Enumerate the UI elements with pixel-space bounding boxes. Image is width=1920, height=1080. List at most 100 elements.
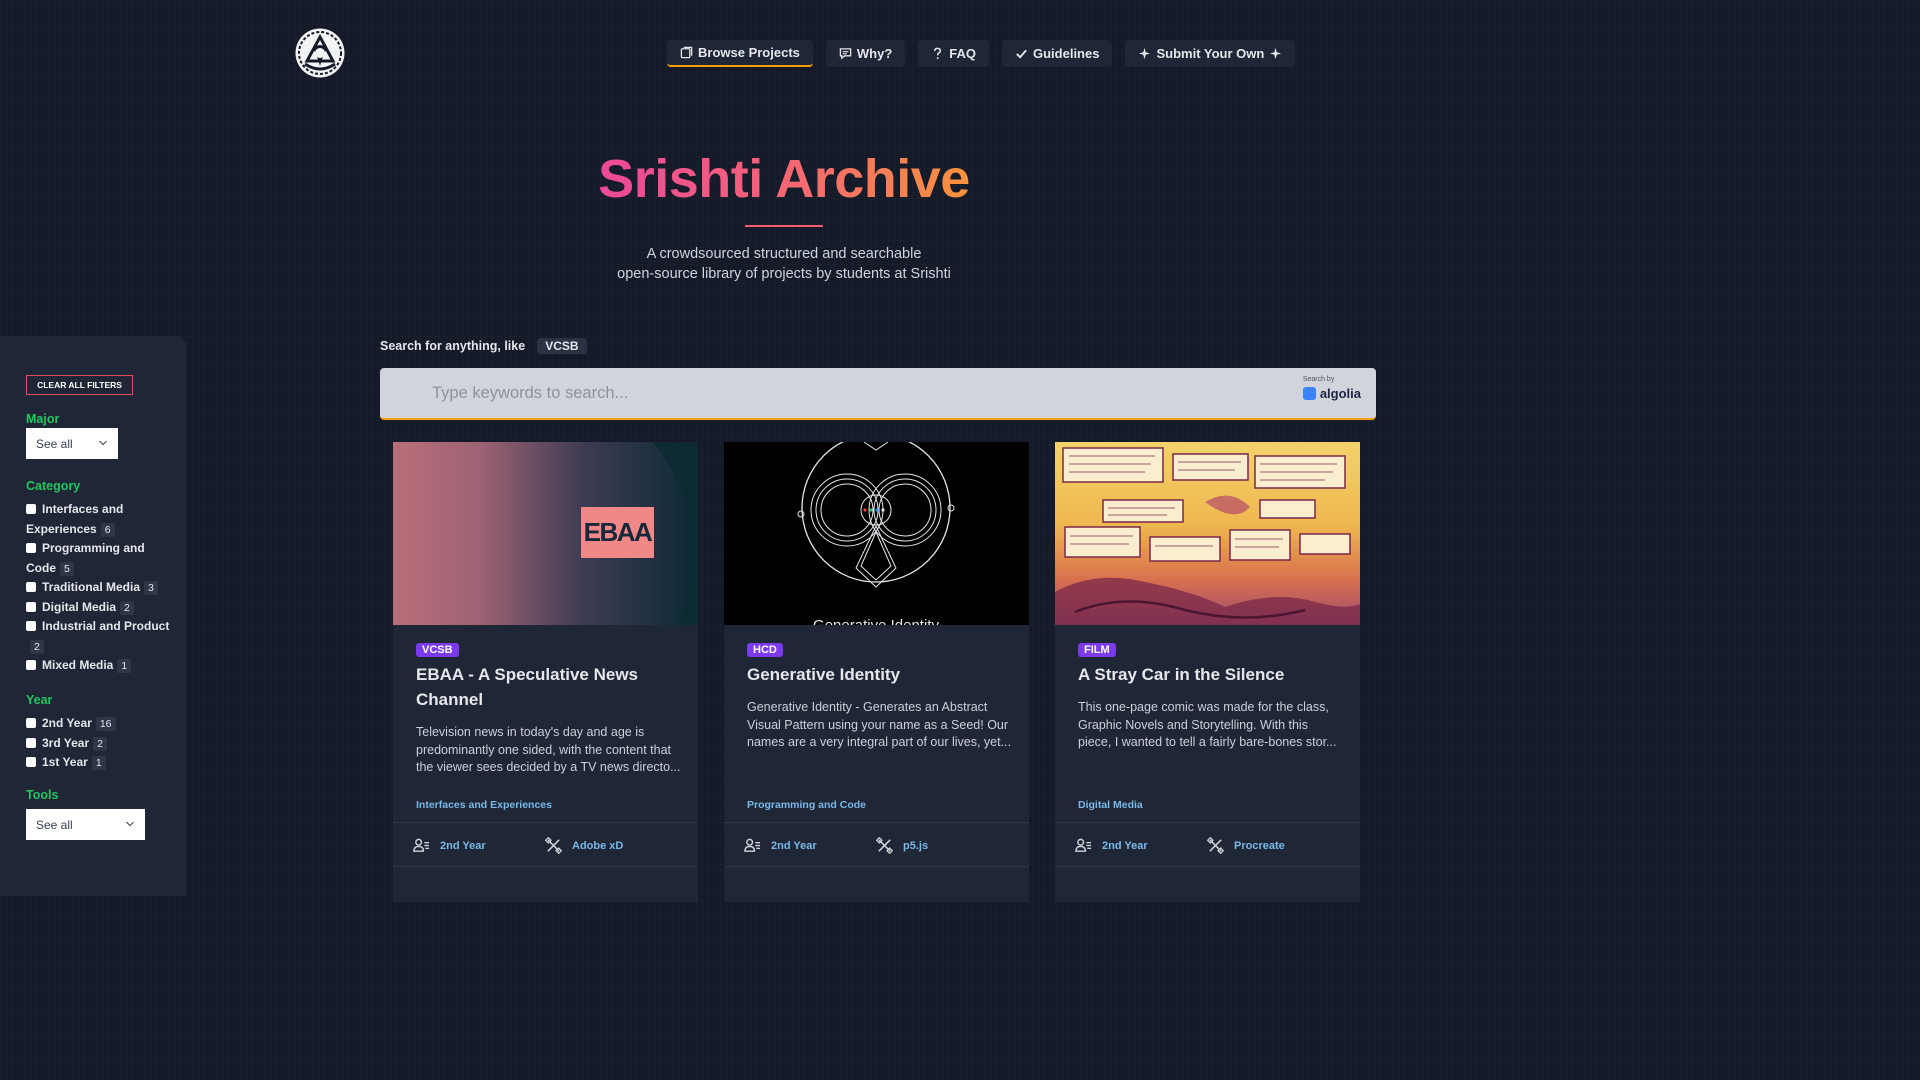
- checkbox[interactable]: [26, 582, 36, 592]
- checkbox[interactable]: [26, 660, 36, 670]
- project-tool: Procreate: [1207, 837, 1285, 854]
- clear-filters-button[interactable]: CLEAR ALL FILTERS: [26, 375, 133, 395]
- major-select-value: See all: [36, 436, 73, 451]
- top-nav: Browse Projects Why? FAQ Guidelines Subm…: [667, 40, 1296, 67]
- search-hint-label: Search for anything, like: [380, 339, 526, 353]
- option-count: 16: [95, 717, 116, 731]
- category-option[interactable]: Programming and Code 5: [26, 539, 171, 578]
- option-count: 2: [30, 639, 44, 654]
- project-thumbnail: [1055, 442, 1360, 625]
- search-bar: Search by algolia: [380, 368, 1376, 420]
- project-year-label[interactable]: 2nd Year: [1102, 840, 1148, 852]
- browse-icon: [680, 46, 693, 59]
- card-divider: [393, 866, 698, 867]
- question-icon: [934, 47, 942, 60]
- algolia-logo: algolia: [1302, 386, 1361, 401]
- category-option[interactable]: Traditional Media 3: [26, 578, 171, 598]
- project-tool-label[interactable]: Adobe xD: [572, 840, 623, 852]
- year-filter-heading: Year: [26, 693, 53, 707]
- project-title[interactable]: EBAA - A Speculative News Channel: [416, 663, 681, 712]
- option-label: Industrial and Product: [42, 619, 170, 633]
- category-filter-list: Interfaces and Experiences 6 Programming …: [26, 500, 171, 676]
- nav-guidelines-label: Guidelines: [1033, 46, 1100, 61]
- user-list-icon: [744, 838, 761, 852]
- tools-filter-heading: Tools: [26, 788, 59, 802]
- search-hint: Search for anything, like VCSB: [380, 338, 587, 354]
- speech-bubble-icon: [839, 48, 852, 60]
- subtitle-line-1: A crowdsourced structured and searchable: [646, 246, 922, 262]
- major-badge: FILM: [1078, 643, 1116, 657]
- option-label: Digital Media: [42, 599, 117, 614]
- nav-why[interactable]: Why?: [825, 40, 906, 67]
- category-option[interactable]: Mixed Media 1: [26, 656, 171, 676]
- year-option[interactable]: 3rd Year 2: [26, 734, 171, 754]
- project-year: 2nd Year: [744, 837, 817, 854]
- project-year-label[interactable]: 2nd Year: [771, 840, 817, 852]
- search-input[interactable]: [432, 368, 1252, 418]
- chevron-down-icon: [99, 440, 107, 446]
- user-list-icon: [1075, 838, 1092, 852]
- checkbox[interactable]: [26, 621, 36, 631]
- year-filter-list: 2nd Year 16 3rd Year 2 1st Year 1: [26, 714, 171, 773]
- project-tool-label[interactable]: p5.js: [903, 840, 928, 852]
- project-title[interactable]: A Stray Car in the Silence: [1078, 663, 1343, 688]
- checkbox[interactable]: [26, 737, 36, 748]
- user-list-icon: [413, 838, 430, 852]
- project-category[interactable]: Digital Media: [1078, 799, 1143, 811]
- option-count: 6: [100, 522, 115, 537]
- project-card[interactable]: EBAA VCSB EBAA - A Speculative News Chan…: [393, 442, 698, 902]
- project-card[interactable]: FILM A Stray Car in the Silence This one…: [1055, 442, 1360, 902]
- tools-select[interactable]: See all: [26, 809, 145, 840]
- card-divider: [1055, 866, 1360, 867]
- check-icon: [1016, 49, 1027, 59]
- project-title[interactable]: Generative Identity: [747, 663, 1012, 688]
- filter-sidebar: CLEAR ALL FILTERS Major See all Category…: [0, 336, 186, 896]
- year-option[interactable]: 1st Year 1: [26, 753, 171, 773]
- project-category[interactable]: Programming and Code: [747, 799, 866, 811]
- tools-select-value: See all: [36, 817, 73, 832]
- tools-icon: [876, 837, 893, 854]
- checkbox[interactable]: [26, 757, 36, 767]
- year-option[interactable]: 2nd Year 16: [26, 714, 171, 734]
- nav-browse-projects[interactable]: Browse Projects: [667, 40, 813, 67]
- nav-submit[interactable]: Submit Your Own: [1125, 40, 1296, 67]
- option-label: Traditional Media: [42, 580, 141, 594]
- search-suggestion-chip[interactable]: VCSB: [537, 338, 587, 354]
- ebaa-logo-text: EBAA: [583, 517, 653, 547]
- sparkle-icon: [1139, 47, 1151, 60]
- category-option[interactable]: Industrial and Product 2: [26, 617, 171, 656]
- project-tool-label[interactable]: Procreate: [1234, 840, 1285, 852]
- checkbox[interactable]: [26, 543, 36, 553]
- checkbox[interactable]: [26, 601, 36, 612]
- project-tool: p5.js: [876, 837, 928, 854]
- ebaa-logo: EBAA: [581, 507, 654, 558]
- nav-guidelines[interactable]: Guidelines: [1002, 40, 1113, 67]
- algolia-attribution[interactable]: Search by algolia: [1302, 376, 1361, 401]
- project-year-label[interactable]: 2nd Year: [440, 840, 486, 852]
- project-category[interactable]: Interfaces and Experiences: [416, 799, 552, 811]
- project-card[interactable]: Generative Identity HCD Generative Ident…: [724, 442, 1029, 902]
- category-filter-heading: Category: [26, 479, 81, 493]
- option-label: 1st Year: [42, 755, 88, 769]
- card-divider: [393, 822, 698, 823]
- nav-faq-label: FAQ: [949, 46, 976, 61]
- project-tool: Adobe xD: [545, 837, 623, 854]
- page-title: Srishti Archive: [598, 149, 970, 209]
- major-select[interactable]: See all: [26, 428, 118, 459]
- category-option[interactable]: Interfaces and Experiences 6: [26, 500, 171, 539]
- generative-pattern-image: Generative Identity: [797, 442, 955, 625]
- project-description: This one-page comic was made for the cla…: [1078, 700, 1337, 749]
- search-by-label: Search by: [1302, 376, 1335, 383]
- category-option[interactable]: Digital Media 2: [26, 598, 171, 618]
- option-count: 5: [60, 561, 74, 576]
- title-divider: [745, 225, 823, 227]
- card-divider: [724, 822, 1029, 823]
- nav-faq[interactable]: FAQ: [918, 40, 989, 67]
- site-logo[interactable]: [295, 28, 345, 78]
- project-description: Generative Identity - Generates an Abstr…: [747, 700, 1012, 749]
- checkbox[interactable]: [26, 504, 36, 514]
- comic-page-image: [1055, 447, 1360, 625]
- card-divider: [724, 866, 1029, 867]
- checkbox[interactable]: [26, 718, 36, 728]
- major-badge: VCSB: [416, 643, 459, 657]
